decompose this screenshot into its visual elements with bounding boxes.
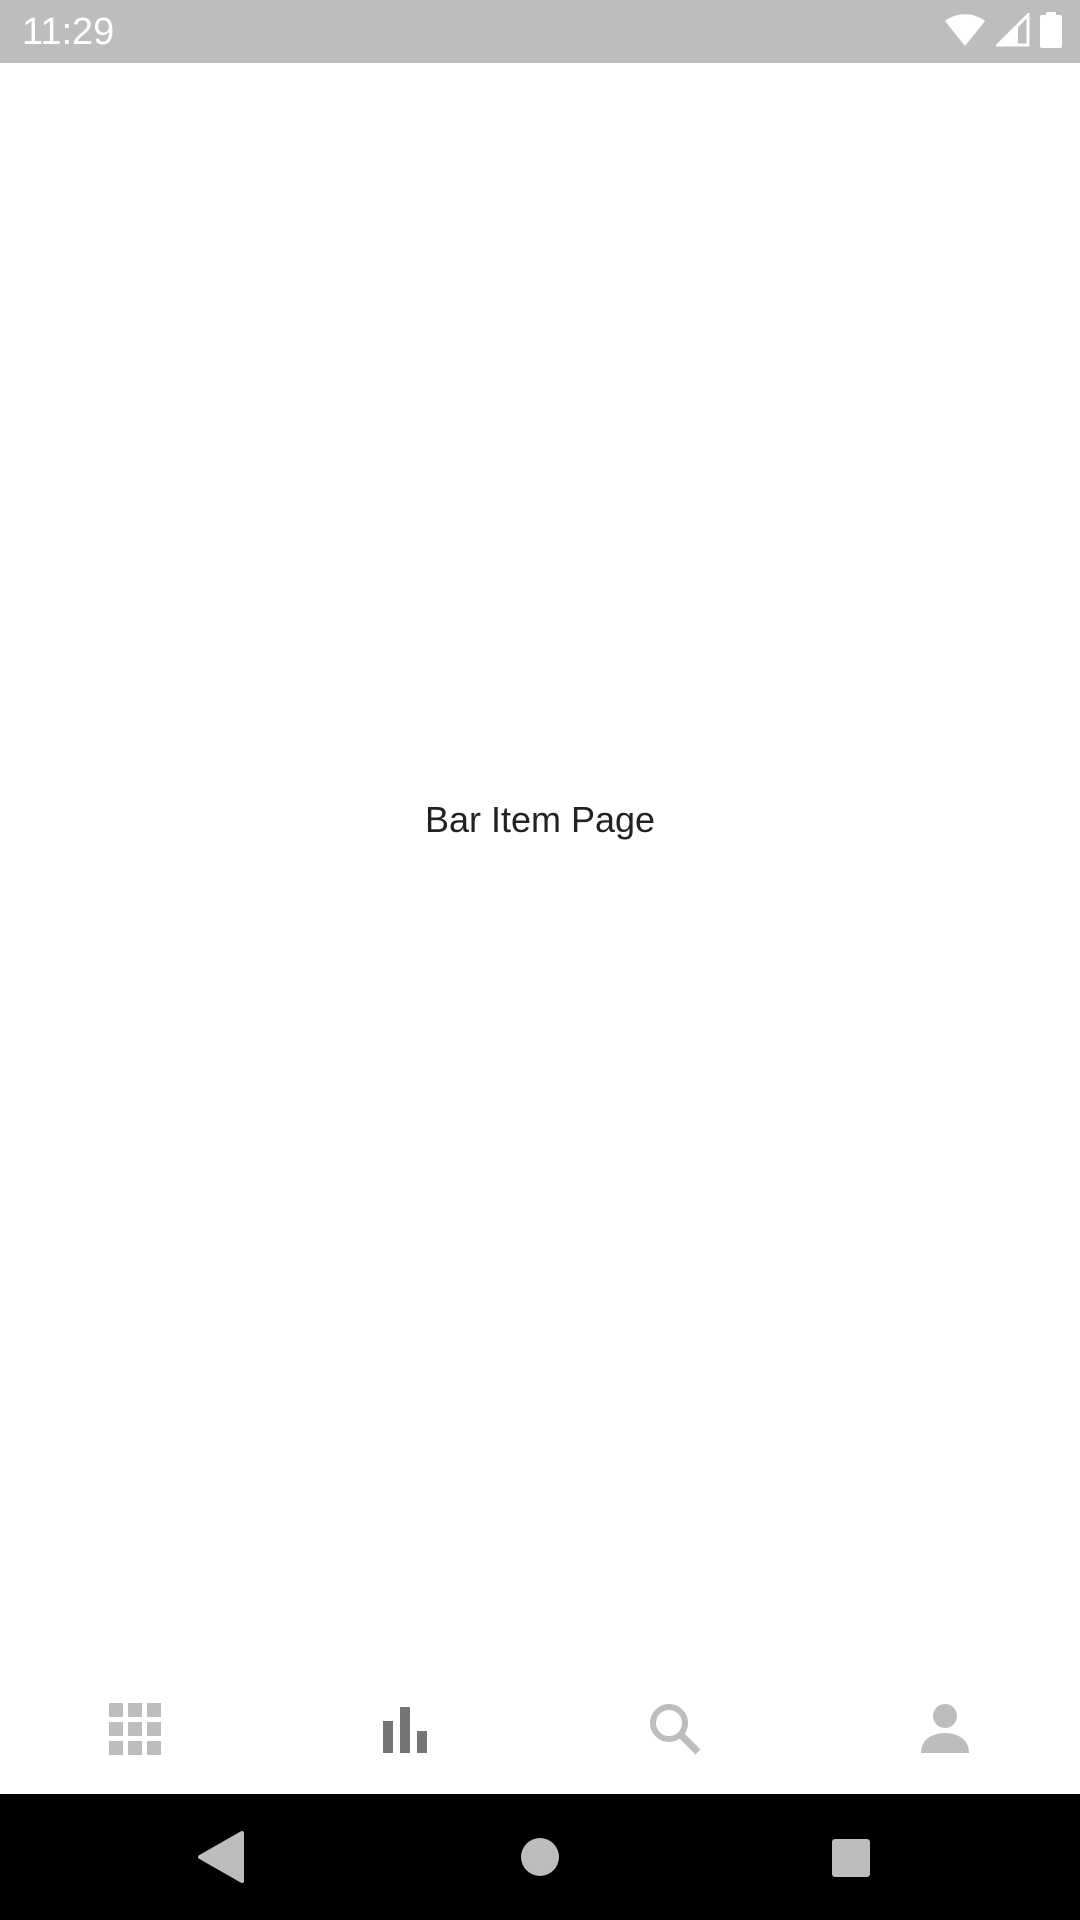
person-icon <box>921 1703 969 1753</box>
status-bar: 11:29 <box>0 0 1080 63</box>
wifi-icon <box>944 13 986 52</box>
status-icons <box>944 10 1062 53</box>
home-button[interactable] <box>510 1827 570 1887</box>
battery-icon <box>1040 11 1062 53</box>
nav-item-apps[interactable] <box>0 1663 270 1794</box>
back-icon <box>198 1831 244 1883</box>
recents-button[interactable] <box>820 1827 880 1887</box>
system-navigation-bar <box>0 1794 1080 1920</box>
nav-item-bar-chart[interactable] <box>270 1663 540 1794</box>
cell-signal-icon <box>994 10 1030 52</box>
nav-item-search[interactable] <box>540 1663 810 1794</box>
page-title: Bar Item Page <box>424 799 656 840</box>
screen: 11:29 Bar Item Page <box>0 0 1080 1920</box>
nav-item-profile[interactable] <box>810 1663 1080 1794</box>
bottom-navigation <box>0 1663 1080 1794</box>
status-time: 11:29 <box>22 11 115 53</box>
back-button[interactable] <box>196 1827 256 1887</box>
search-icon <box>650 1703 701 1754</box>
main-content: Bar Item Page <box>0 63 1080 1663</box>
apps-grid-icon <box>109 1702 161 1755</box>
home-icon <box>521 1838 559 1876</box>
bar-chart-icon <box>383 1706 427 1753</box>
recents-icon <box>832 1839 870 1877</box>
